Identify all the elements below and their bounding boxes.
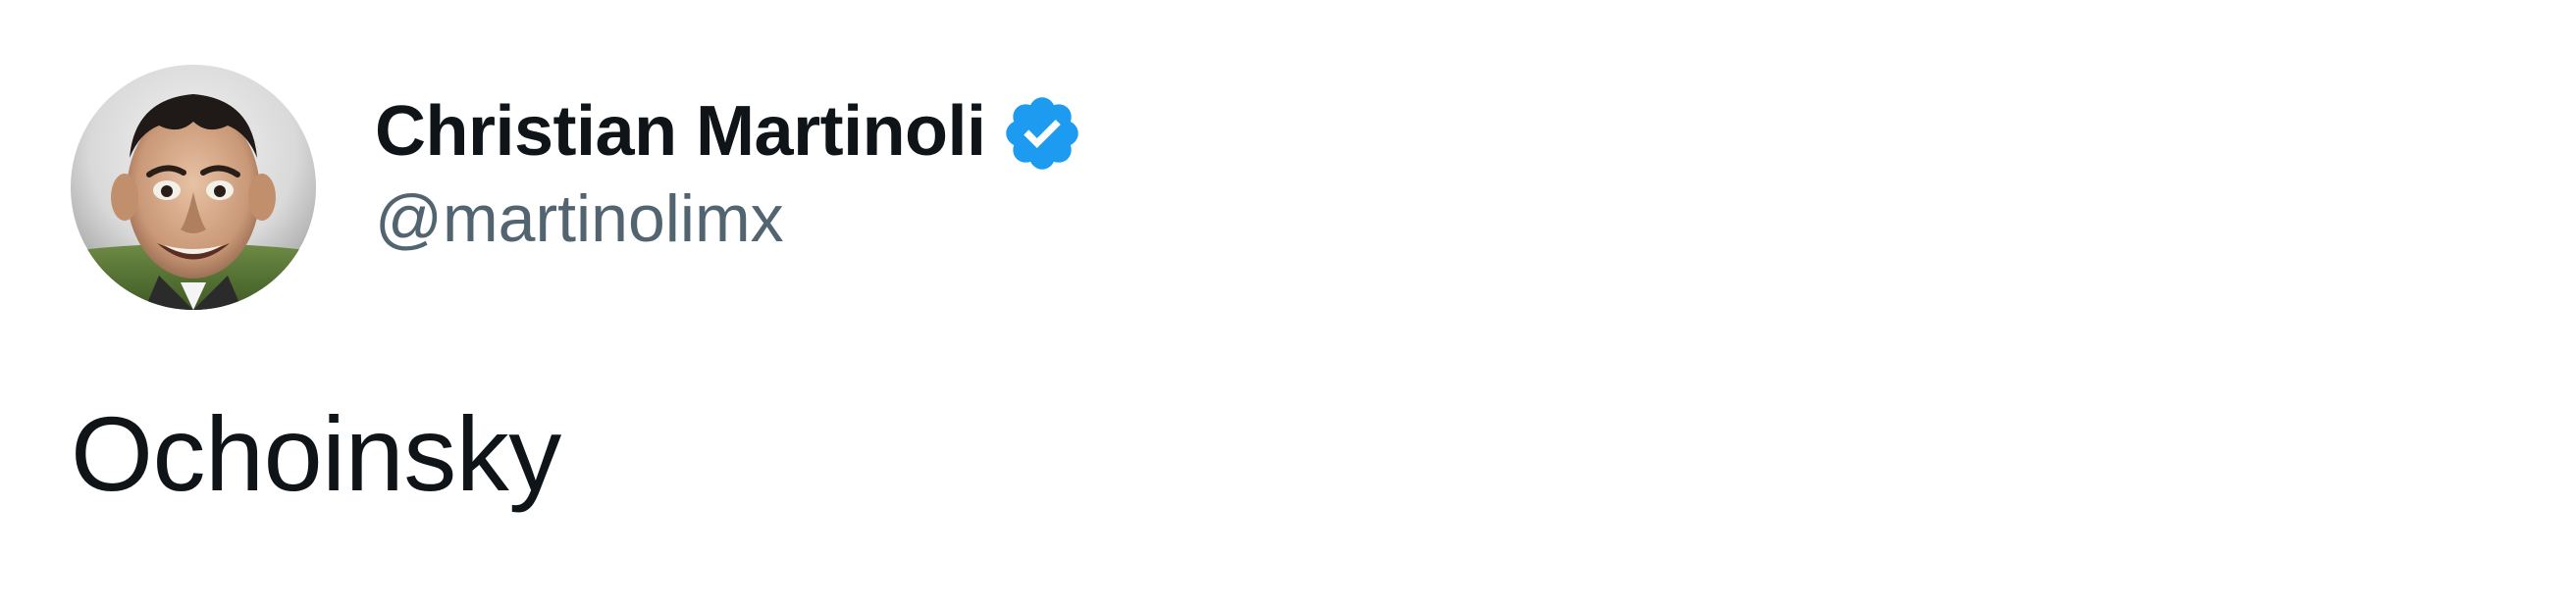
user-info: Christian Martinoli @martinolimx <box>375 82 1084 257</box>
name-row: Christian Martinoli <box>375 82 1084 180</box>
display-name[interactable]: Christian Martinoli <box>375 91 986 172</box>
verified-badge-icon <box>1000 91 1084 176</box>
tweet-text: Ochoinsky <box>71 394 561 513</box>
avatar[interactable] <box>71 65 316 310</box>
tweet-card: Christian Martinoli @martinolimx Ochoins… <box>0 0 2576 608</box>
avatar-photo-icon <box>71 65 316 310</box>
user-handle[interactable]: @martinolimx <box>375 180 1084 257</box>
